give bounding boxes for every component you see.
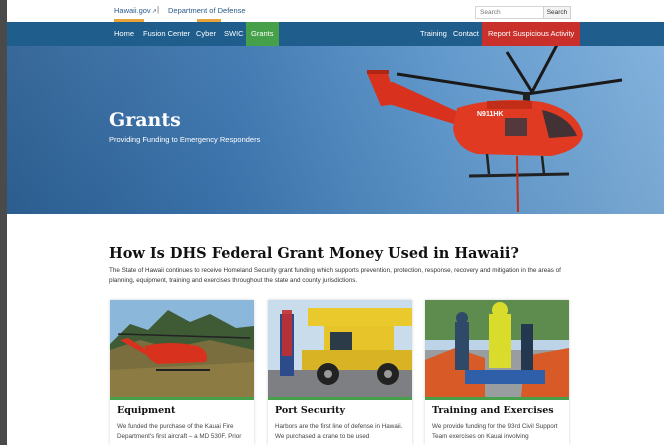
card-title: Equipment: [117, 405, 176, 416]
search-input[interactable]: [475, 6, 545, 19]
card-image: [110, 300, 254, 397]
card-text: We provide funding for the 93rd Civil Su…: [432, 423, 558, 440]
hero-banner: N911HK Grants Providing Funding to Emerg…: [7, 46, 664, 214]
page-title: Grants: [109, 109, 181, 131]
hawaii-gov-link[interactable]: Hawaii.gov↗: [114, 6, 157, 15]
search-button[interactable]: Search: [543, 6, 571, 19]
main-nav: Home Fusion Center Cyber SWIC Grants Tra…: [7, 22, 664, 46]
nav-grants[interactable]: Grants: [246, 22, 279, 46]
card-image: [268, 300, 412, 397]
card-text: We funded the purchase of the Kauai Fire…: [117, 423, 242, 440]
department-of-defense-link[interactable]: Department of Defense: [168, 6, 246, 15]
nav-contact[interactable]: Contact: [453, 22, 479, 46]
separator: |: [157, 5, 160, 14]
card-text: Harbors are the first line of defense in…: [275, 423, 403, 440]
section-intro: The State of Hawaii continues to receive…: [109, 267, 561, 284]
page-subtitle: Providing Funding to Emergency Responder…: [109, 135, 261, 144]
utility-bar: Hawaii.gov↗ | Department of Defense Sear…: [7, 0, 664, 22]
card-port-security[interactable]: Port Security Harbors are the first line…: [268, 300, 412, 445]
card-image: [425, 300, 569, 397]
nav-home[interactable]: Home: [114, 22, 134, 46]
report-suspicious-activity-button[interactable]: Report Suspicious Activity: [482, 22, 581, 46]
external-link-icon: ↗: [151, 9, 157, 15]
card-equipment[interactable]: Equipment We funded the purchase of the …: [110, 300, 254, 445]
nav-swic[interactable]: SWIC: [224, 22, 244, 46]
nav-training[interactable]: Training: [420, 22, 447, 46]
tail-number-label: N911HK: [477, 111, 503, 118]
card-training-and-exercises[interactable]: Training and Exercises We provide fundin…: [425, 300, 569, 445]
helicopter-image: N911HK: [367, 46, 623, 213]
card-title: Port Security: [275, 405, 346, 416]
page: Hawaii.gov↗ | Department of Defense Sear…: [7, 0, 664, 445]
nav-fusion-center[interactable]: Fusion Center: [143, 22, 190, 46]
card-title: Training and Exercises: [432, 405, 554, 416]
section-heading: How Is DHS Federal Grant Money Used in H…: [109, 245, 519, 262]
nav-cyber[interactable]: Cyber: [196, 22, 216, 46]
